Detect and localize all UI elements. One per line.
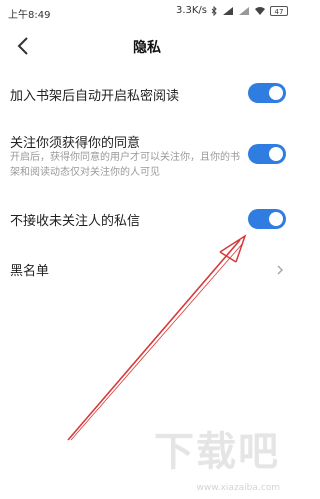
watermark-logo: 下载吧	[154, 428, 280, 475]
watermark-url: www.xiazaiba.com	[196, 483, 280, 493]
